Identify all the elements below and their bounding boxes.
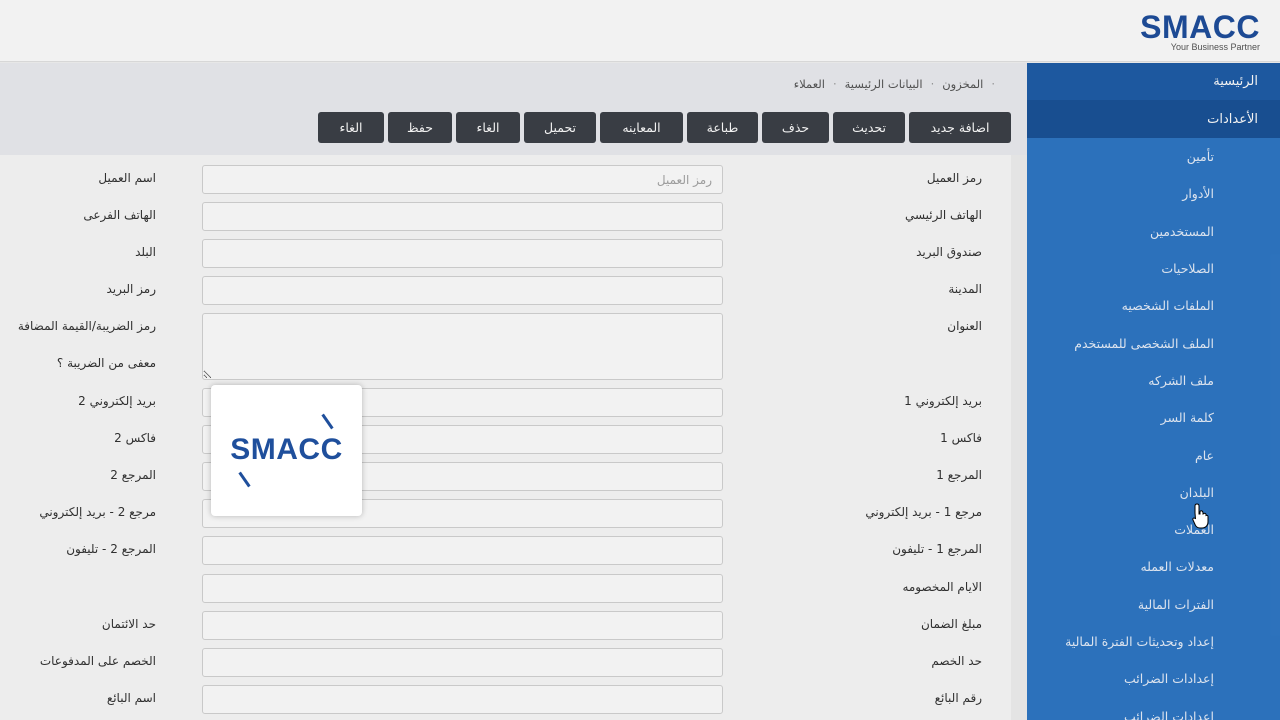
sidebar-subitem-insurance[interactable]: تأمين	[1027, 138, 1280, 175]
sidebar-subitem-user-profile[interactable]: الملف الشخصى للمستخدم	[1027, 324, 1280, 361]
label-customer-code: رمز العميل	[926, 171, 982, 185]
label-ref-1-email: مرجع 1 - بريد إلكتروني	[865, 505, 982, 519]
guarantee-amount-input[interactable]	[202, 611, 723, 640]
label-po-box: صندوق البريد	[916, 245, 982, 259]
content-header: · المخزون · البيانات الرئيسية · العملاء …	[0, 63, 1027, 155]
label-seller-number: رقم البائع	[934, 691, 982, 705]
label-customer-name: اسم العميل	[98, 171, 156, 185]
smacc-logo[interactable]: SMACC Your Business Partner	[1140, 10, 1260, 52]
loading-dialog: SMACC	[211, 385, 362, 516]
sidebar-subitem-general[interactable]: عام	[1027, 436, 1280, 473]
breadcrumb-inventory[interactable]: المخزون	[942, 77, 983, 91]
delete-button[interactable]: حذف	[762, 112, 829, 143]
label-fax-2: فاكس 2	[114, 431, 156, 445]
customer-code-input[interactable]	[202, 165, 723, 194]
loading-logo-text: SMACC	[230, 433, 343, 466]
breadcrumb-separator: ·	[832, 77, 837, 91]
sidebar-subitem-permissions[interactable]: الصلاحيات	[1027, 250, 1280, 287]
main-phone-input[interactable]	[202, 202, 723, 231]
breadcrumb-master-data[interactable]: البيانات الرئيسية	[845, 77, 923, 91]
label-tax-exempt: معفى من الضريبة ؟	[56, 356, 156, 370]
label-credit-limit: حد الائتمان	[101, 617, 156, 631]
sidebar-subitem-tax-settings-2[interactable]: إعدادات الضرائب	[1027, 697, 1280, 720]
breadcrumb-separator: ·	[991, 77, 995, 91]
label-discount-limit: حد الخصم	[931, 654, 982, 668]
sidebar-subitem-password[interactable]: كلمة السر	[1027, 399, 1280, 436]
cancel-button-2[interactable]: الغاء	[318, 112, 384, 143]
label-sub-phone: الهاتف الفرعى	[83, 208, 156, 222]
sidebar-subitem-roles[interactable]: الأدوار	[1027, 175, 1280, 212]
refresh-button[interactable]: تحديث	[833, 112, 905, 143]
label-guarantee-amount: مبلغ الضمان	[920, 617, 982, 631]
discount-limit-input[interactable]	[202, 648, 723, 677]
label-postal-code: رمز البريد	[106, 282, 156, 296]
sidebar-subitem-profiles[interactable]: الملفات الشخصيه	[1027, 287, 1280, 324]
add-new-button[interactable]: اضافة جديد	[909, 112, 1011, 143]
print-button[interactable]: طباعة	[687, 112, 758, 143]
label-country: البلد	[135, 245, 156, 259]
logo-mark-icon	[238, 471, 251, 488]
label-ref-1-phone: المرجع 1 - تليفون	[892, 542, 982, 556]
breadcrumb-separator: ·	[930, 77, 935, 91]
label-ref-2-email: مرجع 2 - بريد إلكتروني	[39, 505, 156, 519]
label-email-1: بريد إلكتروني 1	[904, 394, 982, 408]
sidebar-subitem-exchange-rates[interactable]: معدلات العمله	[1027, 548, 1280, 585]
city-input[interactable]	[202, 276, 723, 305]
settings-submenu: تأمين الأدوار المستخدمين الصلاحيات الملف…	[1027, 138, 1280, 720]
label-ref-2-phone: المرجع 2 - تليفون	[66, 542, 156, 556]
hand-cursor-icon	[1192, 503, 1210, 533]
label-vat-code: رمز الضريبة/القيمة المضافة	[17, 319, 156, 333]
sidebar-subitem-tax-settings[interactable]: إعدادات الضرائب	[1027, 660, 1280, 697]
label-discount-days: الايام المخصومه	[902, 580, 982, 594]
customer-form: رمز العميل الهاتف الرئيسي صندوق البريد ا…	[0, 155, 1027, 720]
logo-text: SMACC	[1140, 9, 1260, 45]
seller-number-input[interactable]	[202, 685, 723, 714]
po-box-input[interactable]	[202, 239, 723, 268]
cancel-button[interactable]: الغاء	[456, 112, 520, 143]
label-payment-discount: الخصم على المدفوعات	[39, 654, 156, 668]
label-ref-2: المرجع 2	[110, 468, 156, 482]
sidebar-subitem-fiscal-period-setup[interactable]: إعداد وتحديثات الفترة المالية	[1027, 623, 1280, 660]
load-button[interactable]: تحميل	[524, 112, 596, 143]
ref-1-phone-input[interactable]	[202, 536, 723, 565]
sidebar: الرئيسية الأعدادات تأمين الأدوار المستخد…	[1027, 63, 1280, 720]
main-content: · المخزون · البيانات الرئيسية · العملاء …	[0, 63, 1027, 720]
breadcrumb: · المخزون · البيانات الرئيسية · العملاء	[794, 77, 995, 91]
sidebar-item-home[interactable]: الرئيسية	[1027, 63, 1280, 100]
toolbar: اضافة جديد تحديث حذف طباعة المعاينه تحمي…	[318, 112, 1011, 143]
preview-button[interactable]: المعاينه	[600, 112, 683, 143]
label-address: العنوان	[947, 319, 982, 333]
label-email-2: بريد إلكتروني 2	[78, 394, 156, 408]
sidebar-subitem-users[interactable]: المستخدمين	[1027, 213, 1280, 250]
logo-mark-icon	[321, 413, 334, 430]
discount-days-input[interactable]	[202, 574, 723, 603]
label-city: المدينة	[948, 282, 982, 296]
sidebar-subitem-currencies[interactable]: العملات	[1027, 511, 1280, 548]
label-main-phone: الهاتف الرئيسي	[904, 208, 982, 222]
breadcrumb-customers: العملاء	[793, 77, 825, 91]
sidebar-subitem-company-file[interactable]: ملف الشركه	[1027, 362, 1280, 399]
sidebar-subitem-fiscal-periods[interactable]: الفترات المالية	[1027, 586, 1280, 623]
sidebar-subitem-countries[interactable]: البلدان	[1027, 474, 1280, 511]
label-ref-1: المرجع 1	[936, 468, 982, 482]
save-button[interactable]: حفظ	[388, 112, 452, 143]
sidebar-item-settings[interactable]: الأعدادات	[1027, 100, 1280, 138]
top-header: SMACC Your Business Partner	[0, 0, 1280, 62]
address-textarea[interactable]	[202, 313, 723, 380]
label-seller-name: اسم البائع	[106, 691, 156, 705]
label-fax-1: فاكس 1	[940, 431, 982, 445]
